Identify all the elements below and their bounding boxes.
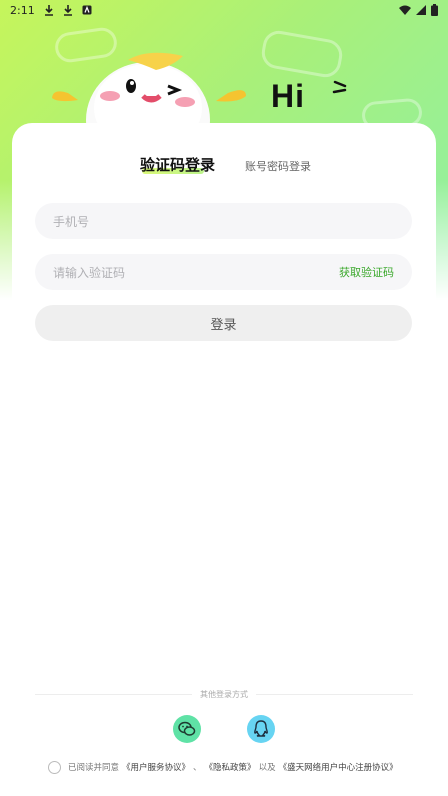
agreement-checkbox[interactable]	[48, 760, 61, 774]
status-bar: 2:11	[0, 0, 448, 20]
code-input[interactable]: 请输入验证码 获取验证码	[35, 254, 412, 290]
code-placeholder: 请输入验证码	[53, 265, 126, 280]
agreement-prefix: 已阅读并同意	[68, 763, 120, 773]
phone-placeholder: 手机号	[53, 214, 90, 229]
signal-icon	[416, 5, 426, 15]
download-icon	[44, 4, 54, 16]
terms-link[interactable]: 《用户服务协议》	[122, 761, 190, 773]
other-login-divider: 其他登录方式	[35, 688, 413, 700]
app-notification-icon	[82, 5, 92, 15]
wave-marks-icon	[331, 80, 351, 100]
divider-line	[35, 693, 192, 695]
wechat-icon	[178, 721, 196, 736]
greeting-text: Hi	[271, 78, 305, 114]
qq-login-button[interactable]	[247, 715, 275, 743]
privacy-link[interactable]: 《隐私政策》	[205, 761, 256, 773]
phone-input[interactable]: 手机号	[35, 203, 412, 239]
battery-icon	[431, 4, 438, 16]
tab-password-login[interactable]: 账号密码登录	[245, 158, 311, 174]
get-code-button[interactable]: 获取验证码	[339, 264, 394, 280]
agreement-separator: 、	[193, 763, 202, 773]
status-time: 2:11	[10, 3, 35, 17]
other-login-label: 其他登录方式	[200, 689, 248, 699]
qq-icon	[254, 720, 268, 737]
divider-line	[256, 693, 413, 695]
download-icon	[63, 4, 73, 16]
login-tabs: 验证码登录 账号密码登录	[12, 123, 436, 183]
agreement-row: 已阅读并同意 《用户服务协议》 、 《隐私政策》 以及 《盛天网络用户中心注册协…	[48, 760, 401, 774]
wechat-login-button[interactable]	[173, 715, 201, 743]
agreement-and: 以及	[258, 763, 276, 773]
gamepad-decoration-icon	[259, 28, 345, 80]
tab-sms-login[interactable]: 验证码登录	[140, 154, 215, 175]
wifi-icon	[399, 5, 411, 15]
registration-agreement-link[interactable]: 《盛天网络用户中心注册协议》	[279, 761, 398, 773]
login-button[interactable]: 登录	[35, 305, 412, 341]
